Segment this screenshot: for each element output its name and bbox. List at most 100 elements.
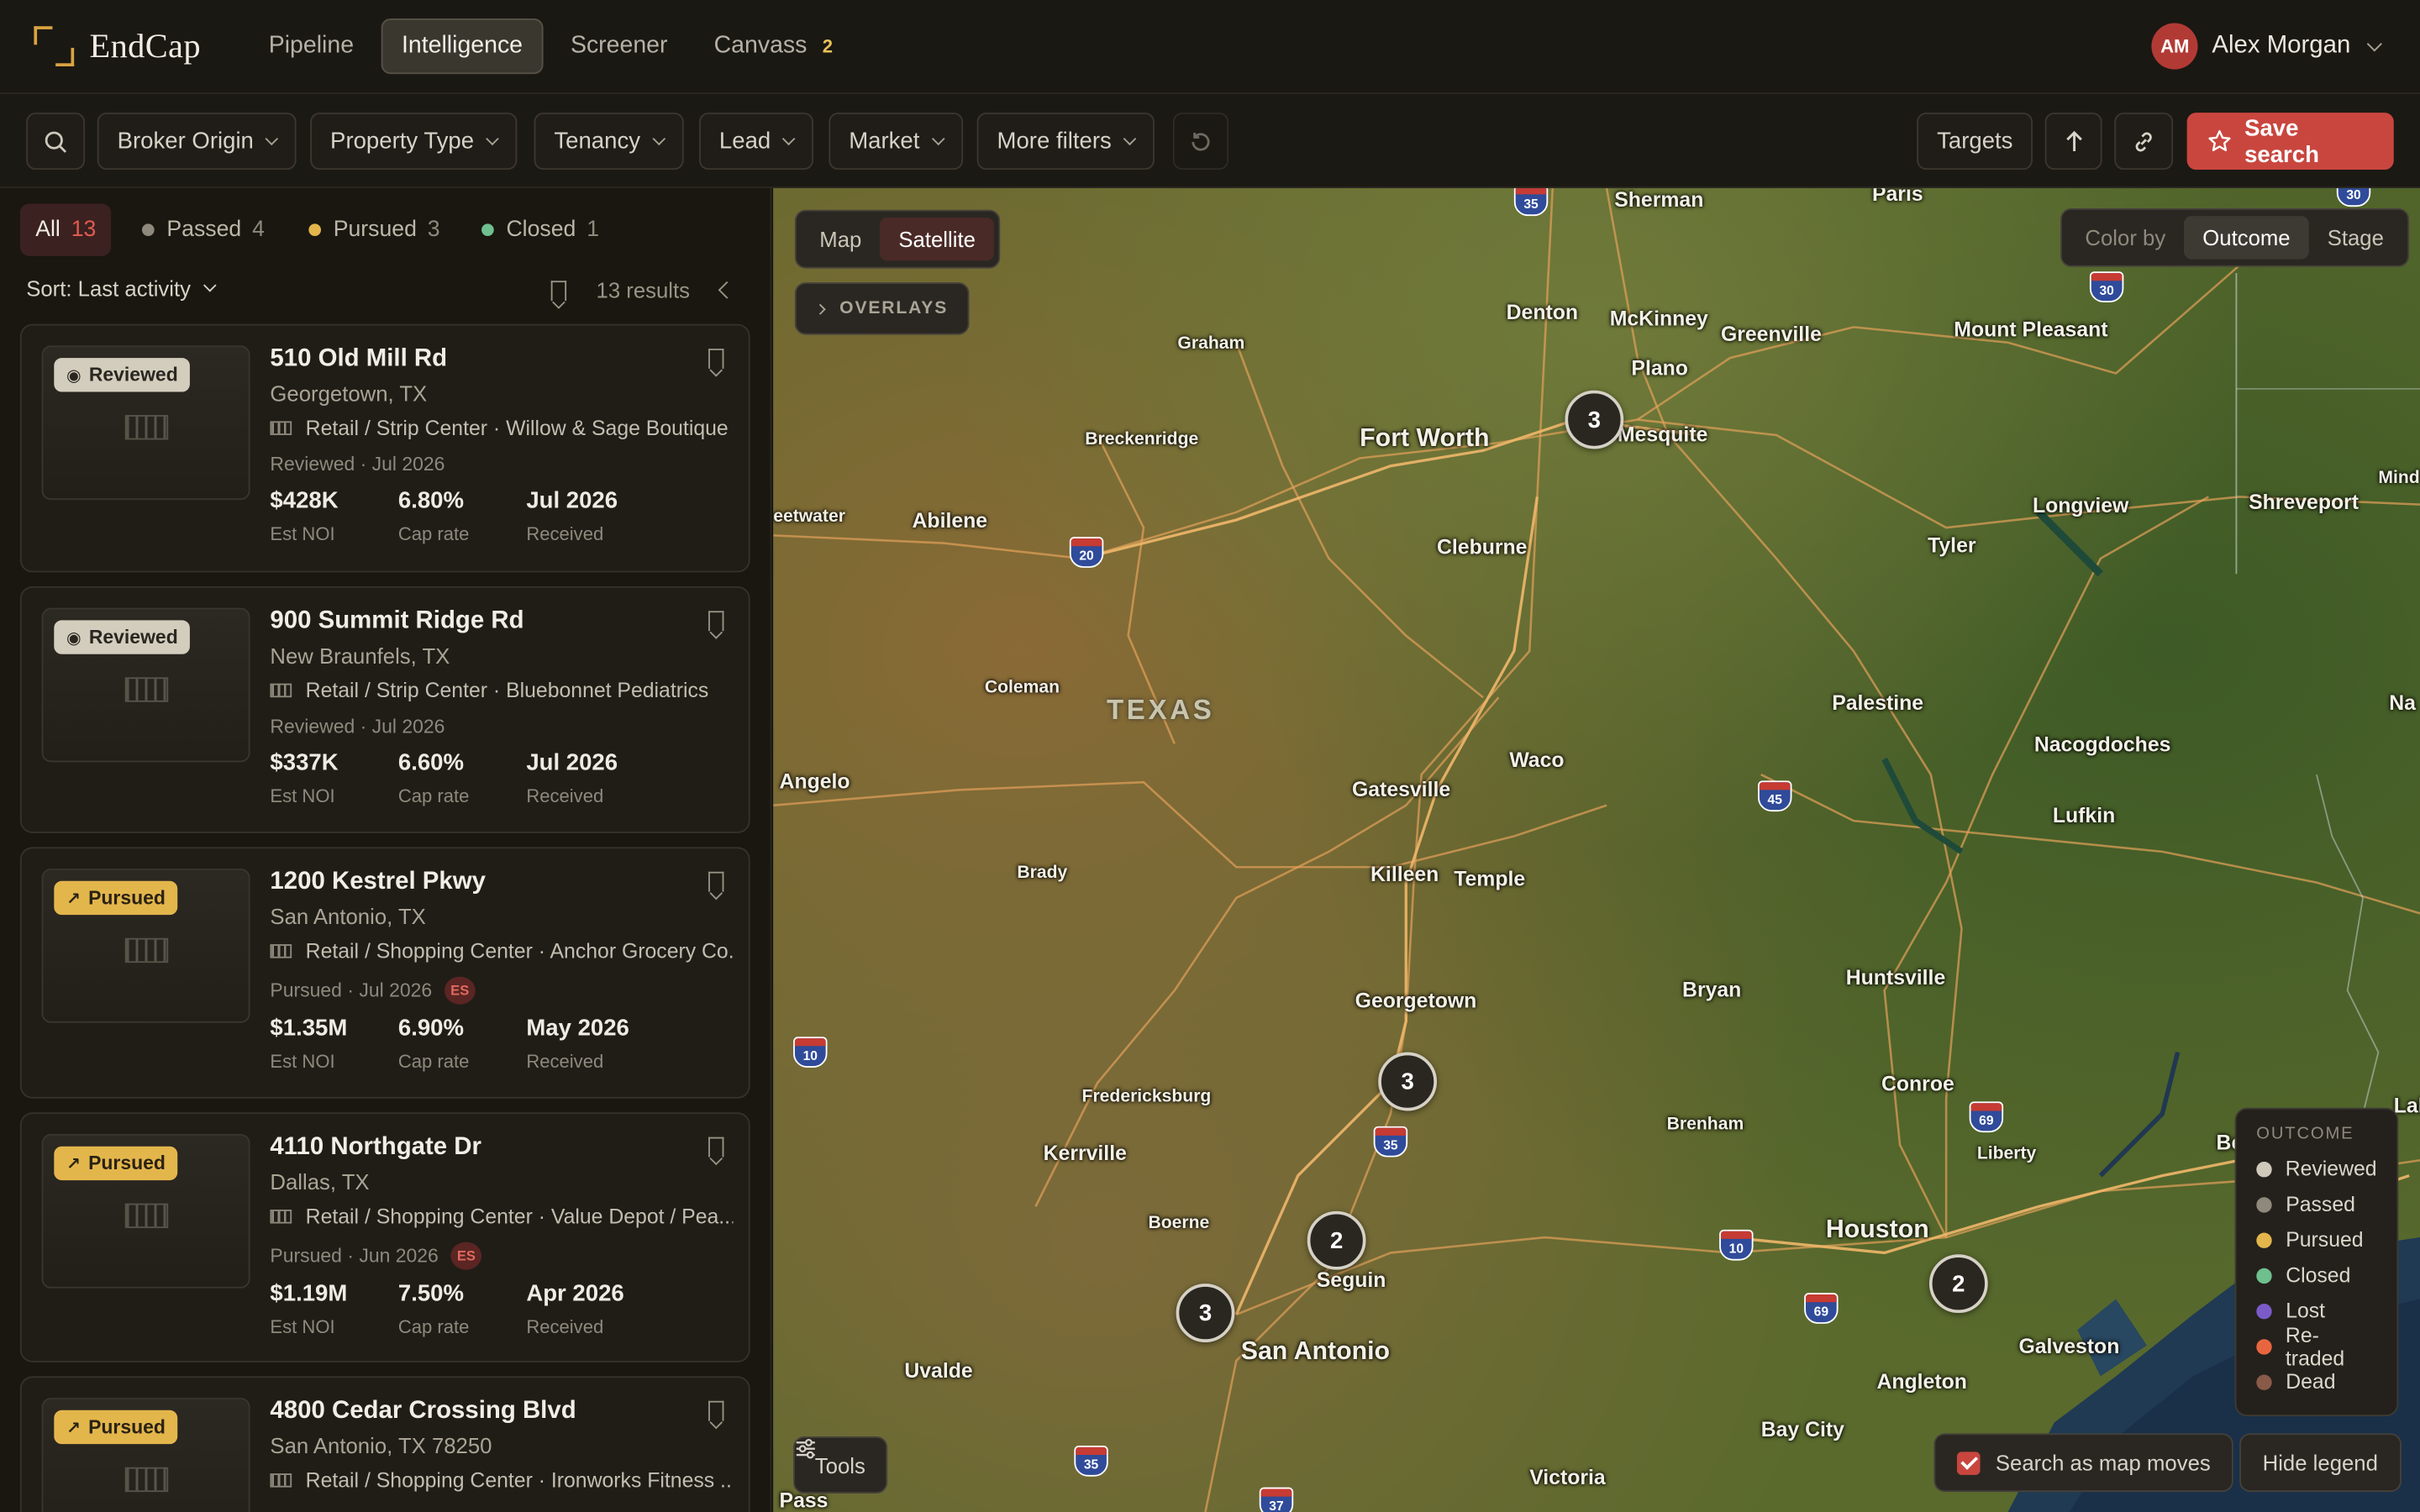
- filter-property-type[interactable]: Property Type: [310, 113, 518, 171]
- brand-logo[interactable]: EndCap: [34, 26, 201, 66]
- metric-value: 6.90%: [397, 1015, 465, 1042]
- property-card[interactable]: ↗ Pursued 4110 Northgate Dr Dallas, TX Re…: [19, 1112, 750, 1362]
- filter-more[interactable]: More filters: [976, 113, 1155, 171]
- tab-intelligence[interactable]: Intelligence: [381, 18, 543, 75]
- filter-broker-origin[interactable]: Broker Origin: [97, 113, 297, 171]
- collapse-panel-chevron-icon[interactable]: [718, 281, 736, 299]
- metric-label: Received: [526, 522, 604, 545]
- passed-dot-icon: [2256, 1196, 2272, 1212]
- export-button[interactable]: [2044, 113, 2102, 171]
- overlays-button[interactable]: OVERLAYS: [794, 282, 970, 335]
- bookmark-icon[interactable]: [708, 1400, 724, 1421]
- tools-button[interactable]: Tools: [793, 1436, 887, 1494]
- bookmark-icon[interactable]: [708, 871, 724, 892]
- map-cluster-marker[interactable]: 3: [1378, 1052, 1438, 1111]
- shield-number: 35: [1383, 1137, 1398, 1153]
- overlays-label: OVERLAYS: [839, 299, 949, 318]
- bookmark-icon[interactable]: [708, 349, 724, 369]
- city-label: Palestine: [1832, 690, 1924, 715]
- user-menu[interactable]: AM Alex Morgan: [2151, 23, 2382, 70]
- filter-lead[interactable]: Lead: [699, 113, 814, 171]
- bookmark-icon[interactable]: [708, 1137, 724, 1158]
- copy-link-button[interactable]: [2114, 113, 2174, 171]
- map-mode-map[interactable]: Map: [801, 218, 880, 260]
- city-label: Temple: [1454, 867, 1526, 890]
- city-label: Mesquite: [1617, 423, 1708, 446]
- shield-number: 35: [1523, 196, 1539, 212]
- map-view[interactable]: Sherman Paris Denton McKinney Greenville…: [773, 188, 2420, 1512]
- filter-tenancy[interactable]: Tenancy: [534, 113, 684, 171]
- city-label: Lake C: [2393, 1094, 2420, 1117]
- pill-label: Passed: [166, 217, 242, 243]
- property-card[interactable]: ◉ Reviewed 510 Old Mill Rd Georgetown, TX…: [19, 323, 750, 573]
- metric-noi: $428K Est NOI: [270, 487, 338, 544]
- building-icon: [270, 1473, 292, 1488]
- search-as-map-moves-label: Search as map moves: [1995, 1450, 2211, 1475]
- search-icon: [45, 130, 67, 152]
- map-cluster-marker[interactable]: 3: [1565, 390, 1624, 449]
- interstate-shield-icon: 37: [1259, 1487, 1294, 1512]
- metric-cap-rate: 6.80% Cap rate: [398, 487, 470, 544]
- property-city: Dallas, TX: [270, 1169, 370, 1194]
- legend-item: Pursued: [2256, 1222, 2376, 1257]
- eye-icon: ◉: [66, 366, 82, 386]
- map-mode-satellite[interactable]: Satellite: [880, 217, 994, 261]
- pill-pursued[interactable]: Pursued 3: [293, 203, 455, 255]
- city-label: Graham: [1177, 334, 1245, 354]
- checkbox-checked-icon[interactable]: [1956, 1451, 1981, 1475]
- results-count: 13 results: [596, 277, 691, 303]
- interstate-shield-icon: 45: [1758, 780, 1792, 812]
- interstate-shield-icon: 20: [1069, 537, 1104, 568]
- search-as-map-moves-toggle[interactable]: Search as map moves: [1933, 1433, 2234, 1493]
- reset-icon: [1192, 132, 1210, 150]
- filter-market[interactable]: Market: [829, 113, 963, 171]
- pill-passed[interactable]: Passed 4: [127, 203, 281, 255]
- color-by-outcome[interactable]: Outcome: [2184, 216, 2309, 260]
- city-label: San Antonio: [1240, 1337, 1391, 1366]
- hide-legend-button[interactable]: Hide legend: [2239, 1433, 2402, 1493]
- tools-label: Tools: [814, 1452, 865, 1478]
- city-label: Tyler: [1928, 533, 1976, 558]
- map-cluster-marker[interactable]: 3: [1176, 1284, 1235, 1342]
- city-label: Brenham: [1666, 1115, 1744, 1135]
- property-card[interactable]: ↗ Pursued 1200 Kestrel Pkwy San Antonio, …: [19, 847, 750, 1099]
- metric-label: Received: [526, 1315, 604, 1338]
- tab-screener[interactable]: Screener: [552, 20, 687, 72]
- save-search-button[interactable]: Save search: [2186, 113, 2394, 171]
- property-card[interactable]: ◉ Reviewed 900 Summit Ridge Rd New Braunf…: [19, 585, 750, 833]
- pill-closed[interactable]: Closed 1: [466, 203, 615, 255]
- city-label: Coleman: [984, 679, 1060, 698]
- shield-number: 35: [1083, 1456, 1099, 1473]
- building-icon: [124, 677, 169, 702]
- status-badge: ◉ Reviewed: [54, 620, 191, 654]
- color-by-stage[interactable]: Stage: [2309, 216, 2402, 259]
- link-icon: [2135, 131, 2152, 151]
- sort-dropdown[interactable]: Sort: Last activity: [26, 276, 216, 301]
- metric-value: 7.50%: [397, 1280, 465, 1307]
- tab-canvass[interactable]: Canvass 2: [696, 20, 852, 72]
- saved-filter-bookmark-icon[interactable]: [550, 281, 567, 302]
- pill-count: 3: [427, 217, 440, 243]
- property-address: 4110 Northgate Dr: [270, 1134, 481, 1161]
- building-icon: [270, 683, 292, 698]
- metric-received: May 2026 Received: [526, 1016, 629, 1073]
- tab-pipeline[interactable]: Pipeline: [250, 20, 372, 72]
- legend-item: Closed: [2256, 1257, 2376, 1293]
- property-card[interactable]: ↗ Pursued 4800 Cedar Crossing Blvd San An…: [19, 1376, 750, 1512]
- pursued-dot-icon: [308, 223, 322, 237]
- metric-value: Jul 2026: [526, 487, 618, 514]
- property-city: San Antonio, TX 78250: [270, 1433, 492, 1458]
- chevron-down-icon: [931, 131, 945, 145]
- metric-label: Cap rate: [397, 522, 470, 545]
- pill-all[interactable]: All 13: [19, 203, 112, 256]
- map-cluster-marker[interactable]: 2: [1928, 1254, 1988, 1314]
- targets-button[interactable]: Targets: [1917, 113, 2033, 171]
- search-button[interactable]: [26, 113, 86, 171]
- map-cluster-marker[interactable]: 2: [1307, 1210, 1366, 1270]
- building-icon: [270, 1210, 292, 1224]
- city-label: Paris: [1871, 188, 1923, 206]
- bookmark-icon[interactable]: [708, 611, 724, 632]
- city-label: Angleton: [1876, 1370, 1967, 1394]
- chevron-down-icon: [486, 131, 499, 145]
- reset-filters-button[interactable]: [1172, 113, 1229, 171]
